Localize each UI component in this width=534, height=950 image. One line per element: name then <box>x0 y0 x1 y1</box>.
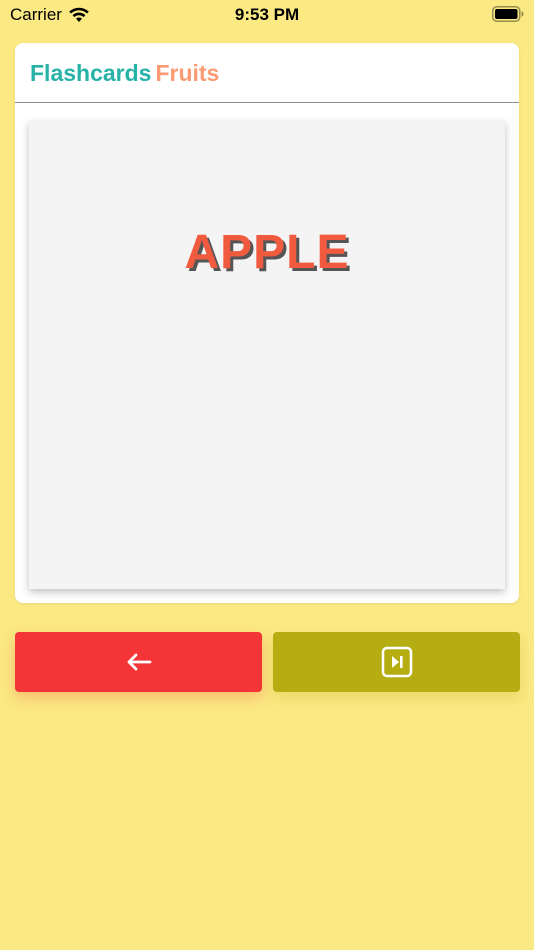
arrow-left-icon <box>127 653 151 671</box>
category-label: Fruits <box>155 60 220 86</box>
next-button[interactable] <box>273 632 520 692</box>
status-bar: Carrier 9:53 PM <box>0 0 534 30</box>
panel-header: Flashcards Fruits <box>15 43 519 103</box>
flashcard-panel: Flashcards Fruits APPLE <box>15 43 519 603</box>
battery-icon <box>492 6 524 22</box>
title-label: Flashcards <box>30 60 152 86</box>
status-time: 9:53 PM <box>234 5 300 24</box>
skip-forward-icon <box>381 646 412 678</box>
page-title: Flashcards Fruits <box>30 60 219 87</box>
flashcard-word: APPLE <box>184 226 350 279</box>
flashcard[interactable]: APPLE <box>29 121 505 589</box>
previous-button[interactable] <box>15 632 262 692</box>
